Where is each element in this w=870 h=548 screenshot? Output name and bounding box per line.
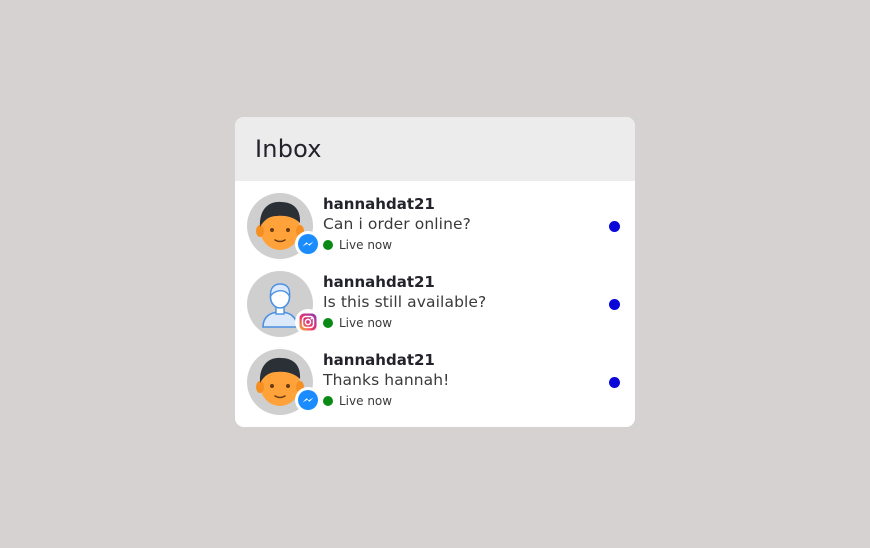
conversation-list: hannahdat21 Can i order online? Live now bbox=[235, 181, 635, 415]
sender-name: hannahdat21 bbox=[323, 195, 435, 213]
avatar bbox=[247, 193, 321, 259]
live-dot-icon bbox=[323, 318, 333, 328]
unread-indicator bbox=[609, 299, 620, 310]
live-status: Live now bbox=[323, 313, 486, 333]
messenger-icon bbox=[295, 387, 321, 413]
unread-indicator bbox=[609, 377, 620, 388]
sender-name: hannahdat21 bbox=[323, 351, 435, 369]
message-preview: Is this still available? bbox=[323, 293, 487, 311]
inbox-header: Inbox bbox=[235, 117, 635, 181]
message-preview: Can i order online? bbox=[323, 215, 471, 233]
inbox-panel: Inbox hannahdat21 Can i order online? Li… bbox=[235, 117, 635, 427]
status-text: Live now bbox=[339, 238, 393, 252]
status-text: Live now bbox=[339, 316, 393, 330]
avatar bbox=[247, 271, 321, 337]
message-preview: Thanks hannah! bbox=[323, 371, 450, 389]
inbox-title: Inbox bbox=[255, 135, 322, 163]
live-status: Live now bbox=[323, 235, 471, 255]
unread-indicator bbox=[609, 221, 620, 232]
conversation-item[interactable]: hannahdat21 Is this still available? Liv… bbox=[235, 259, 635, 337]
avatar bbox=[247, 349, 321, 415]
live-dot-icon bbox=[323, 240, 333, 250]
messenger-icon bbox=[295, 231, 321, 257]
status-text: Live now bbox=[339, 394, 393, 408]
live-dot-icon bbox=[323, 396, 333, 406]
conversation-item[interactable]: hannahdat21 Thanks hannah! Live now bbox=[235, 337, 635, 415]
sender-name: hannahdat21 bbox=[323, 273, 435, 291]
live-status: Live now bbox=[323, 391, 450, 411]
conversation-item[interactable]: hannahdat21 Can i order online? Live now bbox=[235, 181, 635, 259]
instagram-icon bbox=[295, 309, 321, 335]
